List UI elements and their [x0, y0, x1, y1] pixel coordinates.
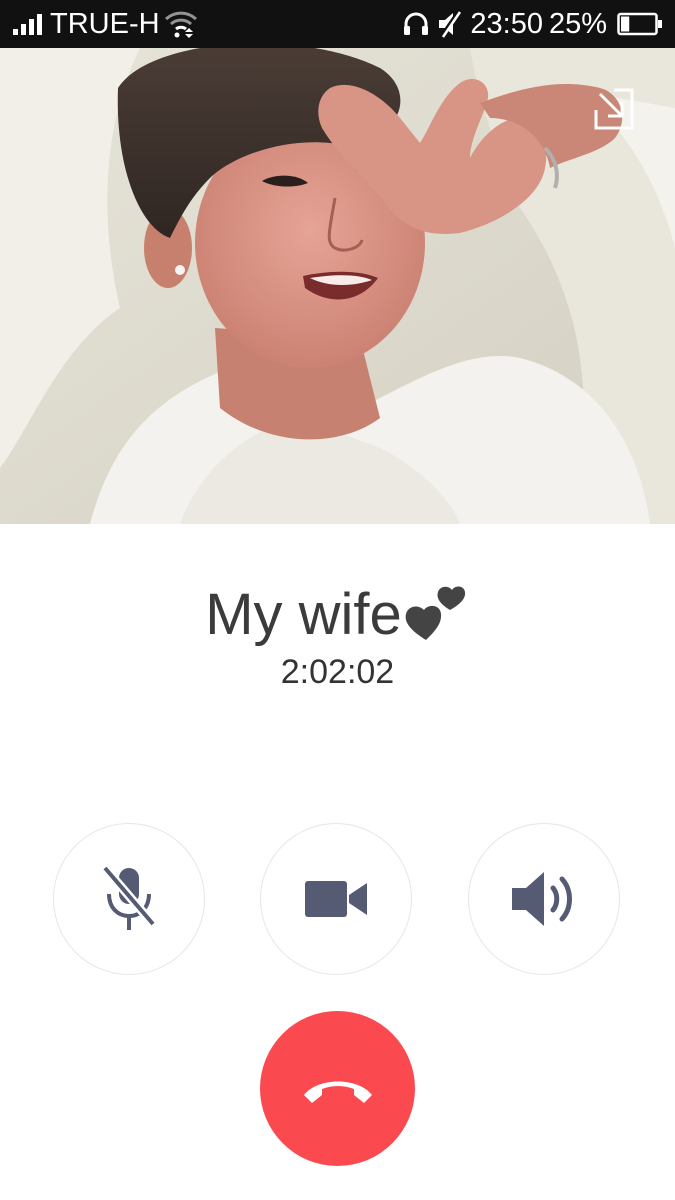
mic-off-icon: [101, 865, 157, 930]
call-duration: 2:02:02: [280, 653, 395, 691]
contact-photo: [0, 48, 675, 524]
call-screen: TRUE-H 23:50 25% My wife 2:02:02: [0, 0, 675, 1200]
battery-icon: [617, 12, 663, 36]
video-button[interactable]: [260, 823, 412, 975]
clock: 23:50: [470, 8, 543, 40]
caller-name-row: My wife: [0, 580, 675, 650]
end-call-button[interactable]: [260, 1011, 415, 1166]
minimize-icon: [594, 88, 634, 130]
status-bar: TRUE-H 23:50 25%: [0, 0, 675, 48]
mute-button[interactable]: [53, 823, 205, 975]
wifi-icon: [164, 9, 198, 39]
speaker-button[interactable]: [468, 823, 620, 975]
contact-name: My wife: [205, 582, 402, 647]
battery-percent: 25%: [548, 8, 607, 40]
speaker-icon: [512, 872, 572, 926]
mute-icon: [436, 9, 464, 39]
video-camera-icon: [305, 881, 367, 917]
minimize-call-button[interactable]: [592, 86, 638, 132]
hang-up-icon: [303, 1081, 372, 1103]
headphones-icon: [402, 10, 430, 38]
hearts-icon: [404, 582, 470, 642]
signal-icon: [12, 12, 46, 36]
carrier-name: TRUE-H: [50, 8, 160, 40]
